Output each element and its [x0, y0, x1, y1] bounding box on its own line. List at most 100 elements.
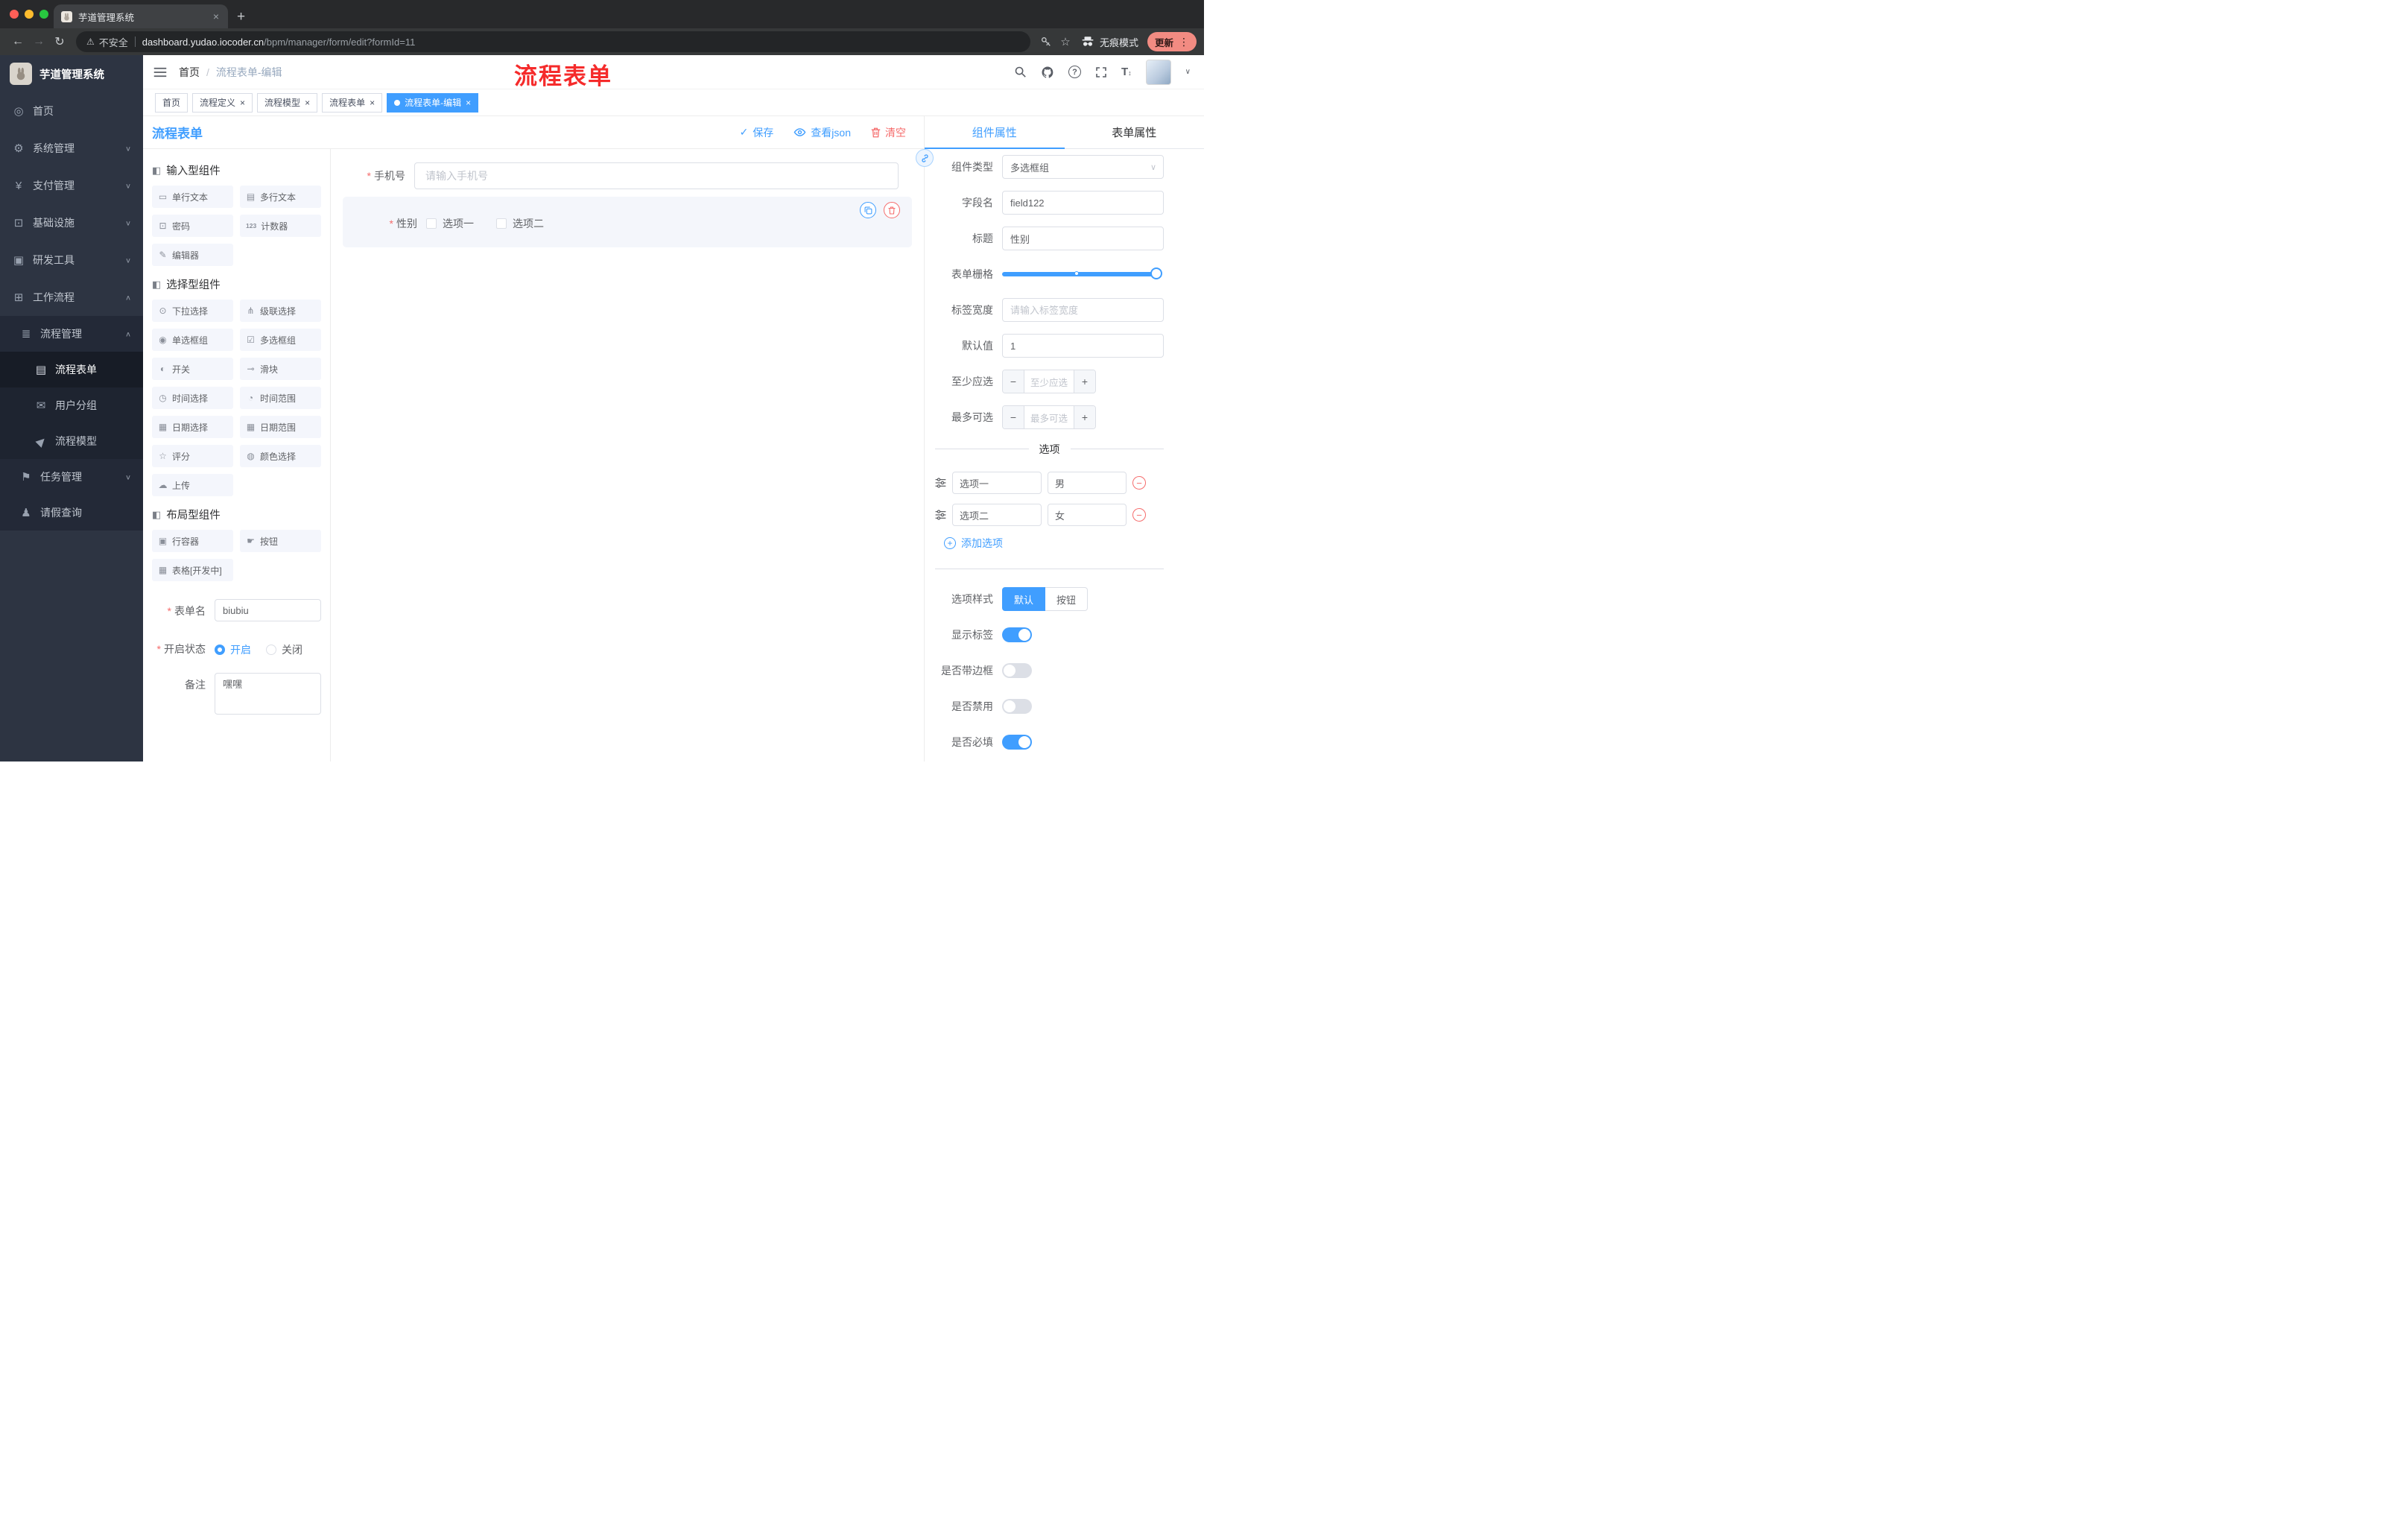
font-size-icon[interactable]: T↕: [1121, 66, 1132, 78]
component-radio-group[interactable]: ◉ 单选框组: [152, 329, 233, 351]
status-off-radio[interactable]: 关闭: [266, 642, 302, 657]
component-slider[interactable]: ⊸ 滑块: [240, 358, 321, 380]
style-default-button[interactable]: 默认: [1002, 587, 1046, 611]
sidebar-item-workflow[interactable]: ⊞ 工作流程 ∧: [0, 279, 143, 316]
component-time-picker[interactable]: ◷ 时间选择: [152, 387, 233, 409]
tag-close-icon[interactable]: ×: [305, 98, 310, 107]
sidebar-item-system[interactable]: ⚙ 系统管理 ∨: [0, 130, 143, 167]
field-name-input[interactable]: [1002, 191, 1164, 215]
option-value-input[interactable]: [1048, 472, 1127, 494]
checkbox[interactable]: [496, 218, 507, 229]
component-type-select[interactable]: ∨: [1002, 155, 1164, 179]
component-type-value[interactable]: [1002, 155, 1164, 179]
component-upload[interactable]: ☁ 上传: [152, 474, 233, 496]
label-width-input[interactable]: [1002, 298, 1164, 322]
forward-icon[interactable]: →: [28, 31, 49, 52]
required-toggle[interactable]: [1002, 735, 1032, 750]
sidebar-item-process-form[interactable]: ▤ 流程表单: [0, 352, 143, 387]
copy-field-button[interactable]: [860, 202, 876, 218]
gender-option-1[interactable]: 选项一: [426, 216, 474, 231]
component-counter[interactable]: 123 计数器: [240, 215, 321, 237]
slider-knob[interactable]: [1150, 267, 1162, 279]
component-cascader[interactable]: ⋔ 级联选择: [240, 300, 321, 322]
option-label-input[interactable]: [952, 504, 1042, 526]
form-grid-slider[interactable]: [1002, 267, 1162, 279]
default-value-input[interactable]: [1002, 334, 1164, 358]
search-icon[interactable]: [1014, 66, 1027, 78]
remove-option-button[interactable]: −: [1132, 476, 1146, 490]
sidebar-item-process-model[interactable]: ▶ 流程模型: [0, 423, 143, 459]
show-label-toggle[interactable]: [1002, 627, 1032, 642]
window-zoom-button[interactable]: [39, 10, 48, 19]
breadcrumb-home[interactable]: 首页: [179, 65, 200, 80]
border-toggle[interactable]: [1002, 663, 1032, 678]
tag-process-definition[interactable]: 流程定义 ×: [192, 92, 253, 113]
decrement-button[interactable]: −: [1003, 406, 1024, 428]
tag-home[interactable]: 首页: [155, 92, 188, 113]
sidebar-item-infra[interactable]: ⊡ 基础设施 ∨: [0, 204, 143, 241]
tag-close-icon[interactable]: ×: [370, 98, 375, 107]
component-multi-line-text[interactable]: ▤ 多行文本: [240, 186, 321, 208]
tab-form-props[interactable]: 表单属性: [1065, 116, 1205, 148]
github-icon[interactable]: [1041, 66, 1054, 79]
component-time-range[interactable]: ◔ 时间范围: [240, 387, 321, 409]
remove-option-button[interactable]: −: [1132, 508, 1146, 522]
sidebar-item-home[interactable]: ◎ 首页: [0, 92, 143, 130]
form-remark-textarea[interactable]: 嘿嘿: [215, 673, 321, 715]
component-table-wip[interactable]: ▦ 表格[开发中]: [152, 559, 233, 581]
fullscreen-icon[interactable]: [1095, 66, 1107, 78]
browser-menu-icon[interactable]: ⋮: [1179, 36, 1189, 48]
bookmark-star-icon[interactable]: ☆: [1056, 32, 1075, 51]
component-button[interactable]: ☛ 按钮: [240, 530, 321, 552]
save-button[interactable]: ✓ 保存: [740, 125, 774, 140]
sidebar-item-process-management[interactable]: ≣ 流程管理 ∧: [0, 316, 143, 352]
option-value-input[interactable]: [1048, 504, 1127, 526]
increment-button[interactable]: +: [1074, 370, 1095, 393]
address-bar[interactable]: ⚠ 不安全 dashboard.yudao.iocoder.cn/bpm/man…: [76, 31, 1030, 52]
decrement-button[interactable]: −: [1003, 370, 1024, 393]
window-close-button[interactable]: [10, 10, 19, 19]
avatar-caret-icon[interactable]: ∨: [1185, 68, 1191, 76]
drag-handle-icon[interactable]: [935, 478, 946, 488]
tag-process-form[interactable]: 流程表单 ×: [322, 92, 383, 113]
component-switch[interactable]: ◐ 开关: [152, 358, 233, 380]
new-tab-button[interactable]: +: [237, 10, 245, 24]
component-row-container[interactable]: ▣ 行容器: [152, 530, 233, 552]
tag-close-icon[interactable]: ×: [240, 98, 245, 107]
component-doc-link-button[interactable]: [916, 149, 934, 167]
component-color-picker[interactable]: ◍ 颜色选择: [240, 445, 321, 467]
reload-icon[interactable]: ↻: [49, 31, 70, 52]
tag-process-model[interactable]: 流程模型 ×: [257, 92, 318, 113]
delete-field-button[interactable]: [884, 202, 900, 218]
browser-update-button[interactable]: 更新 ⋮: [1147, 32, 1197, 51]
canvas-field-gender-selected[interactable]: 性别 选项一 选项二: [343, 197, 912, 247]
increment-button[interactable]: +: [1074, 406, 1095, 428]
browser-tab[interactable]: 芋道管理系统 ×: [54, 4, 228, 28]
phone-input[interactable]: [414, 162, 899, 189]
min-select-value[interactable]: 至少应选: [1024, 370, 1074, 393]
component-checkbox-group[interactable]: ☑ 多选框组: [240, 329, 321, 351]
checkbox[interactable]: [426, 218, 437, 229]
disabled-toggle[interactable]: [1002, 699, 1032, 714]
sidebar-item-payment[interactable]: ¥ 支付管理 ∨: [0, 167, 143, 204]
sidebar-item-devtools[interactable]: ▣ 研发工具 ∨: [0, 241, 143, 279]
gender-option-2[interactable]: 选项二: [496, 216, 544, 231]
status-on-radio[interactable]: 开启: [215, 642, 251, 657]
form-name-input[interactable]: [215, 599, 321, 621]
component-single-line-text[interactable]: ▭ 单行文本: [152, 186, 233, 208]
max-select-value[interactable]: 最多可选: [1024, 406, 1074, 428]
component-date-picker[interactable]: ▦ 日期选择: [152, 416, 233, 438]
tag-process-form-edit[interactable]: 流程表单-编辑 ×: [387, 92, 479, 113]
collapse-sidebar-icon[interactable]: [153, 66, 167, 78]
password-key-icon[interactable]: [1036, 32, 1056, 51]
component-date-range[interactable]: ▦ 日期范围: [240, 416, 321, 438]
sidebar-item-leave-query[interactable]: ♟ 请假查询: [0, 495, 143, 531]
help-icon[interactable]: ?: [1068, 66, 1081, 78]
style-button-button[interactable]: 按钮: [1045, 587, 1089, 611]
user-avatar[interactable]: [1145, 59, 1171, 85]
window-minimize-button[interactable]: [25, 10, 34, 19]
component-dropdown[interactable]: ⊙ 下拉选择: [152, 300, 233, 322]
tab-component-props[interactable]: 组件属性: [925, 116, 1065, 149]
clear-button[interactable]: 清空: [871, 125, 906, 140]
component-editor[interactable]: ✎ 编辑器: [152, 244, 233, 266]
